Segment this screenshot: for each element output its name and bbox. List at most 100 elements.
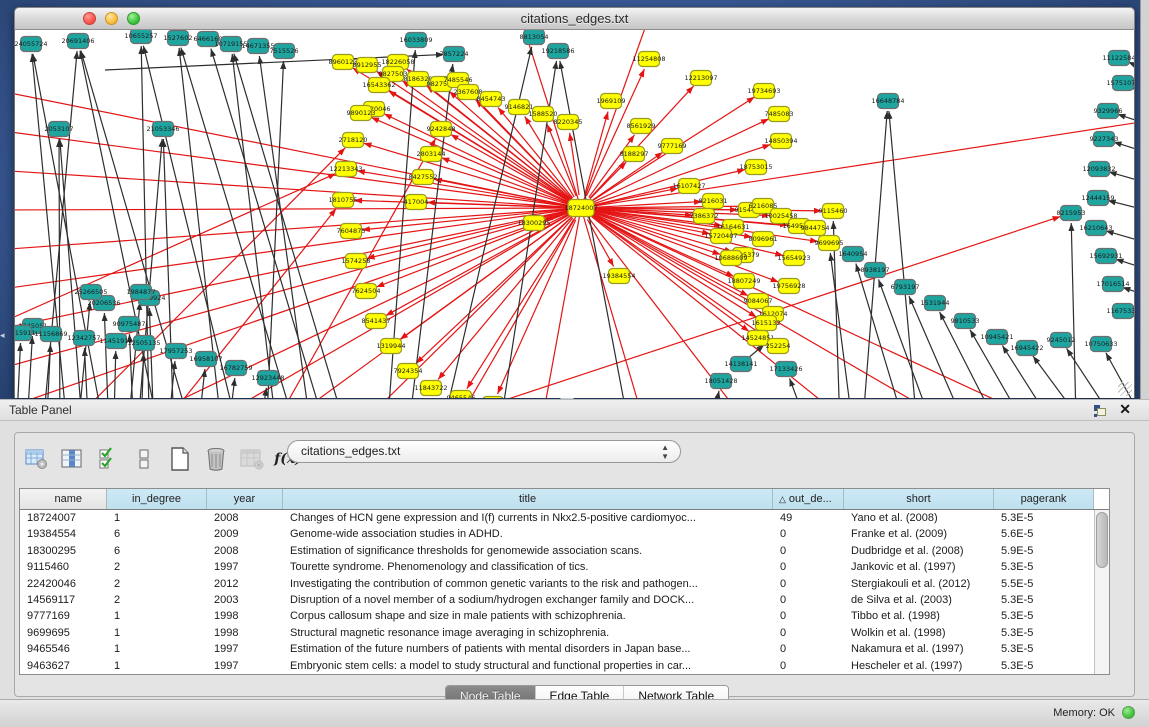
table-cell[interactable]: Investigating the contribution of common… — [283, 576, 773, 592]
table-cell[interactable]: Embryonic stem cells: a model to study s… — [283, 658, 773, 674]
table-cell[interactable]: 0 — [773, 559, 844, 575]
table-cell[interactable]: Franke et al. (2009) — [844, 526, 994, 542]
table-cell[interactable]: 1 — [107, 658, 207, 674]
table-cell[interactable]: 6 — [107, 543, 207, 559]
table-cell[interactable]: 1997 — [207, 658, 283, 674]
table-cell[interactable]: 5.5E-5 — [994, 576, 1094, 592]
table-cell[interactable]: 0 — [773, 592, 844, 608]
table-cell[interactable]: Corpus callosum shape and size in male p… — [283, 608, 773, 624]
table-row[interactable]: 1830029562008Estimation of significance … — [20, 543, 1109, 559]
table-settings-icon[interactable] — [23, 446, 49, 472]
table-cell[interactable]: Tibbo et al. (1998) — [844, 608, 994, 624]
network-edge[interactable] — [1108, 200, 1134, 215]
table-cell[interactable]: 1997 — [207, 641, 283, 657]
table-cell[interactable]: 49 — [773, 510, 844, 526]
network-edge[interactable] — [149, 308, 155, 398]
table-cell[interactable]: 5.3E-5 — [994, 559, 1094, 575]
table-row[interactable]: 2242004622012Investigating the contribut… — [20, 576, 1109, 592]
network-edge[interactable] — [60, 139, 85, 398]
table-cell[interactable]: 0 — [773, 526, 844, 542]
network-edge[interactable] — [1106, 231, 1134, 248]
table-row[interactable]: 946554611997Estimation of the future num… — [20, 641, 1109, 657]
table-cell[interactable]: 18300295 — [20, 543, 107, 559]
column-header-pagerank[interactable]: pagerank — [994, 489, 1094, 509]
network-edge[interactable] — [225, 378, 235, 398]
network-edge[interactable] — [163, 139, 175, 398]
network-edge[interactable] — [1002, 345, 1075, 398]
table-cell[interactable]: 0 — [773, 608, 844, 624]
network-edge[interactable] — [1117, 114, 1134, 130]
table-cell[interactable]: Structural magnetic resonance image aver… — [283, 625, 773, 641]
vertical-scrollbar[interactable] — [1094, 510, 1109, 674]
table-cell[interactable]: 1 — [107, 625, 207, 641]
table-cell[interactable]: 5.6E-5 — [994, 526, 1094, 542]
table-cell[interactable]: Estimation of significance thresholds fo… — [283, 543, 773, 559]
table-cell[interactable]: 2 — [107, 559, 207, 575]
network-edge[interactable] — [1116, 259, 1134, 275]
network-canvas[interactable]: 1872400724055724206914061065525715276026… — [14, 30, 1135, 398]
table-cell[interactable]: Jankovic et al. (1997) — [844, 559, 994, 575]
table-row[interactable]: 1938455462009Genome-wide association stu… — [20, 526, 1109, 542]
table-cell[interactable]: 2008 — [207, 510, 283, 526]
network-edge[interactable] — [909, 296, 980, 398]
table-cell[interactable]: 1 — [107, 608, 207, 624]
table-cell[interactable]: 2 — [107, 576, 207, 592]
network-node[interactable] — [483, 397, 504, 399]
network-edge[interactable] — [25, 336, 32, 398]
table-cell[interactable]: 0 — [773, 641, 844, 657]
table-cell[interactable]: 5.3E-5 — [994, 658, 1094, 674]
float-window-icon[interactable] — [1093, 404, 1107, 418]
table-cell[interactable]: Genome-wide association studies in ADHD. — [283, 526, 773, 542]
minimize-window-button[interactable] — [105, 12, 118, 25]
table-cell[interactable]: de Silva et al. (2003) — [844, 592, 994, 608]
column-header-year[interactable]: year — [207, 489, 283, 509]
table-cell[interactable]: 2009 — [207, 526, 283, 542]
network-edge[interactable] — [1114, 142, 1134, 158]
table-cell[interactable]: 5.3E-5 — [994, 592, 1094, 608]
delete-table-icon[interactable] — [239, 446, 265, 472]
network-edge[interactable] — [1071, 223, 1077, 398]
network-edge[interactable] — [15, 173, 336, 330]
table-cell[interactable]: 0 — [773, 658, 844, 674]
network-edge[interactable] — [15, 170, 581, 208]
scrollbar-thumb[interactable] — [1096, 512, 1108, 568]
network-view-window[interactable]: citations_edges.txt 18724007240557242069… — [14, 7, 1135, 397]
table-row[interactable]: 977716911998Corpus callosum shape and si… — [20, 608, 1109, 624]
table-cell[interactable]: Tourette syndrome. Phenomenology and cla… — [283, 559, 773, 575]
table-column-icon[interactable] — [59, 446, 85, 472]
table-cell[interactable]: 0 — [773, 625, 844, 641]
column-header-out-de-[interactable]: △out_de... — [773, 489, 844, 509]
table-cell[interactable]: 1 — [107, 641, 207, 657]
checklist-icon[interactable] — [95, 446, 121, 472]
network-edge[interactable] — [259, 56, 315, 398]
table-cell[interactable]: 2008 — [207, 543, 283, 559]
table-cell[interactable]: 1997 — [207, 559, 283, 575]
table-row[interactable]: 1456911722003Disruption of a novel membe… — [20, 592, 1109, 608]
network-edge[interactable] — [15, 208, 581, 210]
column-header-short[interactable]: short — [844, 489, 994, 509]
table-row[interactable]: 1872400712008Changes of HCN gene express… — [20, 510, 1109, 526]
network-edge[interactable] — [15, 130, 581, 208]
network-edge[interactable] — [581, 120, 1134, 208]
network-edge[interactable] — [1109, 172, 1134, 188]
table-cell[interactable]: Stergiakouli et al. (2012) — [844, 576, 994, 592]
table-cell[interactable]: Hescheler et al. (1997) — [844, 658, 994, 674]
table-cell[interactable]: 6 — [107, 526, 207, 542]
resize-grip-icon[interactable] — [1118, 382, 1132, 396]
close-window-button[interactable] — [83, 12, 96, 25]
table-cell[interactable]: Wolkin et al. (1998) — [844, 625, 994, 641]
rows-icon[interactable] — [131, 446, 157, 472]
network-edge[interactable] — [113, 351, 116, 398]
network-edge[interactable] — [145, 208, 581, 398]
network-edge[interactable] — [1122, 287, 1134, 302]
column-header-title[interactable]: title — [283, 489, 773, 509]
close-panel-icon[interactable]: ✕ — [1119, 401, 1131, 418]
trash-icon[interactable] — [203, 446, 229, 472]
column-header-in-degree[interactable]: in_degree — [107, 489, 207, 509]
table-cell[interactable]: Yano et al. (2008) — [844, 510, 994, 526]
table-cell[interactable]: 5.9E-5 — [994, 543, 1094, 559]
table-cell[interactable]: 19384554 — [20, 526, 107, 542]
table-cell[interactable]: 1 — [107, 510, 207, 526]
table-cell[interactable]: 5.3E-5 — [994, 608, 1094, 624]
table-cell[interactable]: Estimation of the future numbers of pati… — [283, 641, 773, 657]
